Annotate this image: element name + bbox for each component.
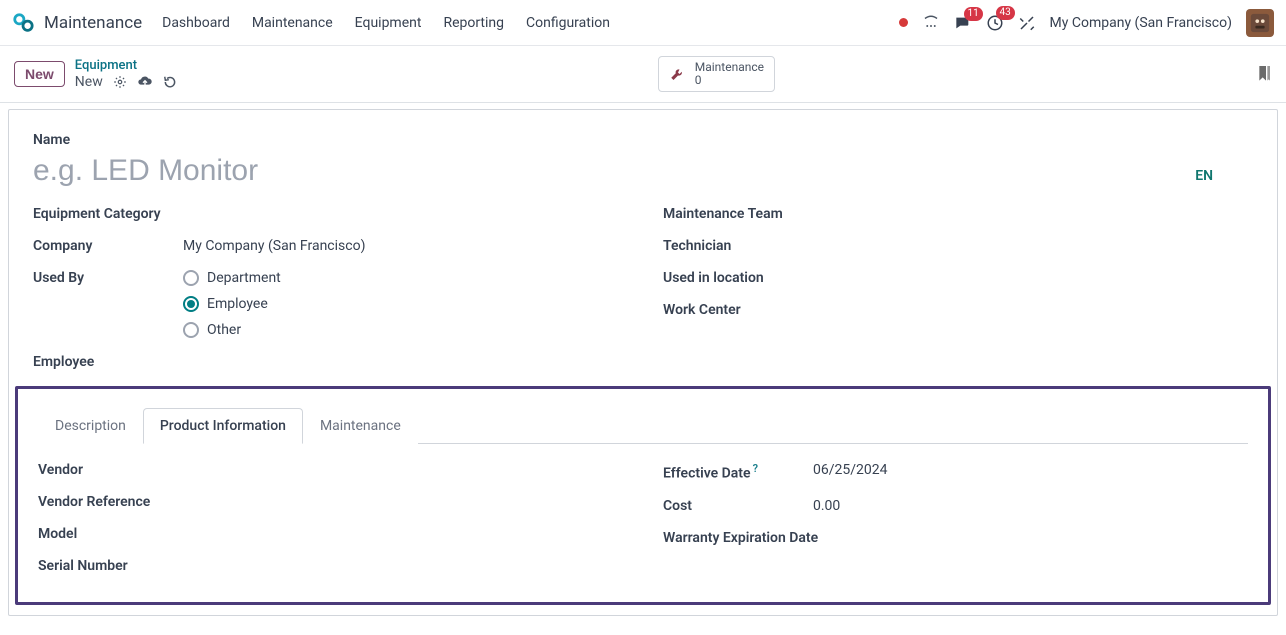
activities-icon[interactable]: 43	[986, 14, 1004, 32]
activities-badge: 43	[996, 6, 1015, 20]
radio-other[interactable]: Other	[183, 322, 281, 338]
right-column: Maintenance Team Technician Used in loca…	[663, 206, 1253, 386]
nav-link-reporting[interactable]: Reporting	[443, 15, 504, 31]
maintenance-count-button[interactable]: Maintenance 0	[658, 56, 775, 92]
maintenance-count-value: 0	[695, 74, 764, 87]
used-by-radio-group: Department Employee Other	[183, 270, 281, 338]
breadcrumb: Equipment New	[75, 58, 177, 90]
radio-other-label: Other	[207, 322, 241, 338]
name-label: Name	[33, 132, 1253, 148]
tab-maintenance[interactable]: Maintenance	[303, 408, 418, 444]
app-logo[interactable]	[12, 12, 34, 34]
effective-date-label: Effective Date?	[663, 462, 813, 482]
tab-bar: Description Product Information Maintena…	[38, 407, 1248, 444]
radio-circle-icon	[183, 270, 199, 286]
top-nav: Maintenance Dashboard Maintenance Equipm…	[0, 0, 1286, 46]
debug-icon[interactable]	[922, 15, 940, 31]
tools-icon[interactable]	[1018, 14, 1036, 32]
company-value[interactable]: My Company (San Francisco)	[183, 238, 365, 254]
nav-links: Dashboard Maintenance Equipment Reportin…	[162, 15, 610, 31]
discard-icon[interactable]	[163, 75, 177, 89]
product-info-panel: Vendor Vendor Reference Model Serial Num…	[38, 462, 1248, 590]
wrench-icon	[669, 65, 687, 83]
radio-employee[interactable]: Employee	[183, 296, 281, 312]
nav-link-maintenance[interactable]: Maintenance	[252, 15, 333, 31]
warranty-expiration-label: Warranty Expiration Date	[663, 530, 823, 546]
form-sheet: Name EN Equipment Category Company My Co…	[8, 109, 1278, 616]
control-bar: New Equipment New Maintenance 0	[0, 46, 1286, 103]
used-by-label: Used By	[33, 270, 183, 286]
vendor-label: Vendor	[38, 462, 188, 478]
top-nav-right: 11 43 My Company (San Francisco)	[899, 9, 1274, 37]
recording-indicator-icon	[899, 18, 908, 27]
language-toggle[interactable]: EN	[1195, 168, 1213, 184]
form-scroll-area[interactable]: Name EN Equipment Category Company My Co…	[0, 103, 1286, 634]
nav-link-dashboard[interactable]: Dashboard	[162, 15, 230, 31]
breadcrumb-parent[interactable]: Equipment	[75, 58, 177, 74]
messages-icon[interactable]: 11	[954, 15, 972, 31]
employee-label: Employee	[33, 354, 183, 370]
radio-department-label: Department	[207, 270, 281, 286]
radio-circle-icon	[183, 322, 199, 338]
gear-icon[interactable]	[113, 75, 127, 89]
serial-number-label: Serial Number	[38, 558, 188, 574]
cost-label: Cost	[663, 498, 813, 514]
breadcrumb-current: New	[75, 74, 103, 91]
effective-date-value[interactable]: 06/25/2024	[813, 462, 888, 478]
nav-link-equipment[interactable]: Equipment	[355, 15, 422, 31]
nav-link-configuration[interactable]: Configuration	[526, 15, 610, 31]
radio-department[interactable]: Department	[183, 270, 281, 286]
new-button[interactable]: New	[14, 61, 65, 87]
used-in-location-label: Used in location	[663, 270, 813, 286]
company-selector[interactable]: My Company (San Francisco)	[1050, 15, 1232, 31]
left-column: Equipment Category Company My Company (S…	[33, 206, 623, 386]
maintenance-count-label: Maintenance	[695, 61, 764, 74]
highlighted-tabs-region: Description Product Information Maintena…	[15, 386, 1271, 605]
radio-employee-label: Employee	[207, 296, 268, 312]
radio-circle-checked-icon	[183, 296, 199, 312]
name-input[interactable]	[33, 154, 887, 188]
technician-label: Technician	[663, 238, 813, 254]
bookmark-icon[interactable]	[1256, 64, 1272, 84]
messages-badge: 11	[964, 7, 983, 21]
category-label: Equipment Category	[33, 206, 183, 222]
tab-description[interactable]: Description	[38, 408, 143, 444]
vendor-reference-label: Vendor Reference	[38, 494, 188, 510]
cost-value[interactable]: 0.00	[813, 498, 840, 514]
maintenance-team-label: Maintenance Team	[663, 206, 813, 222]
help-icon[interactable]: ?	[753, 462, 758, 475]
model-label: Model	[38, 526, 188, 542]
user-avatar[interactable]	[1246, 9, 1274, 37]
tab-product-information[interactable]: Product Information	[143, 408, 303, 444]
app-title[interactable]: Maintenance	[44, 13, 142, 33]
cloud-upload-icon[interactable]	[137, 75, 153, 89]
company-label: Company	[33, 238, 183, 254]
work-center-label: Work Center	[663, 302, 813, 318]
effective-date-label-text: Effective Date	[663, 466, 751, 482]
